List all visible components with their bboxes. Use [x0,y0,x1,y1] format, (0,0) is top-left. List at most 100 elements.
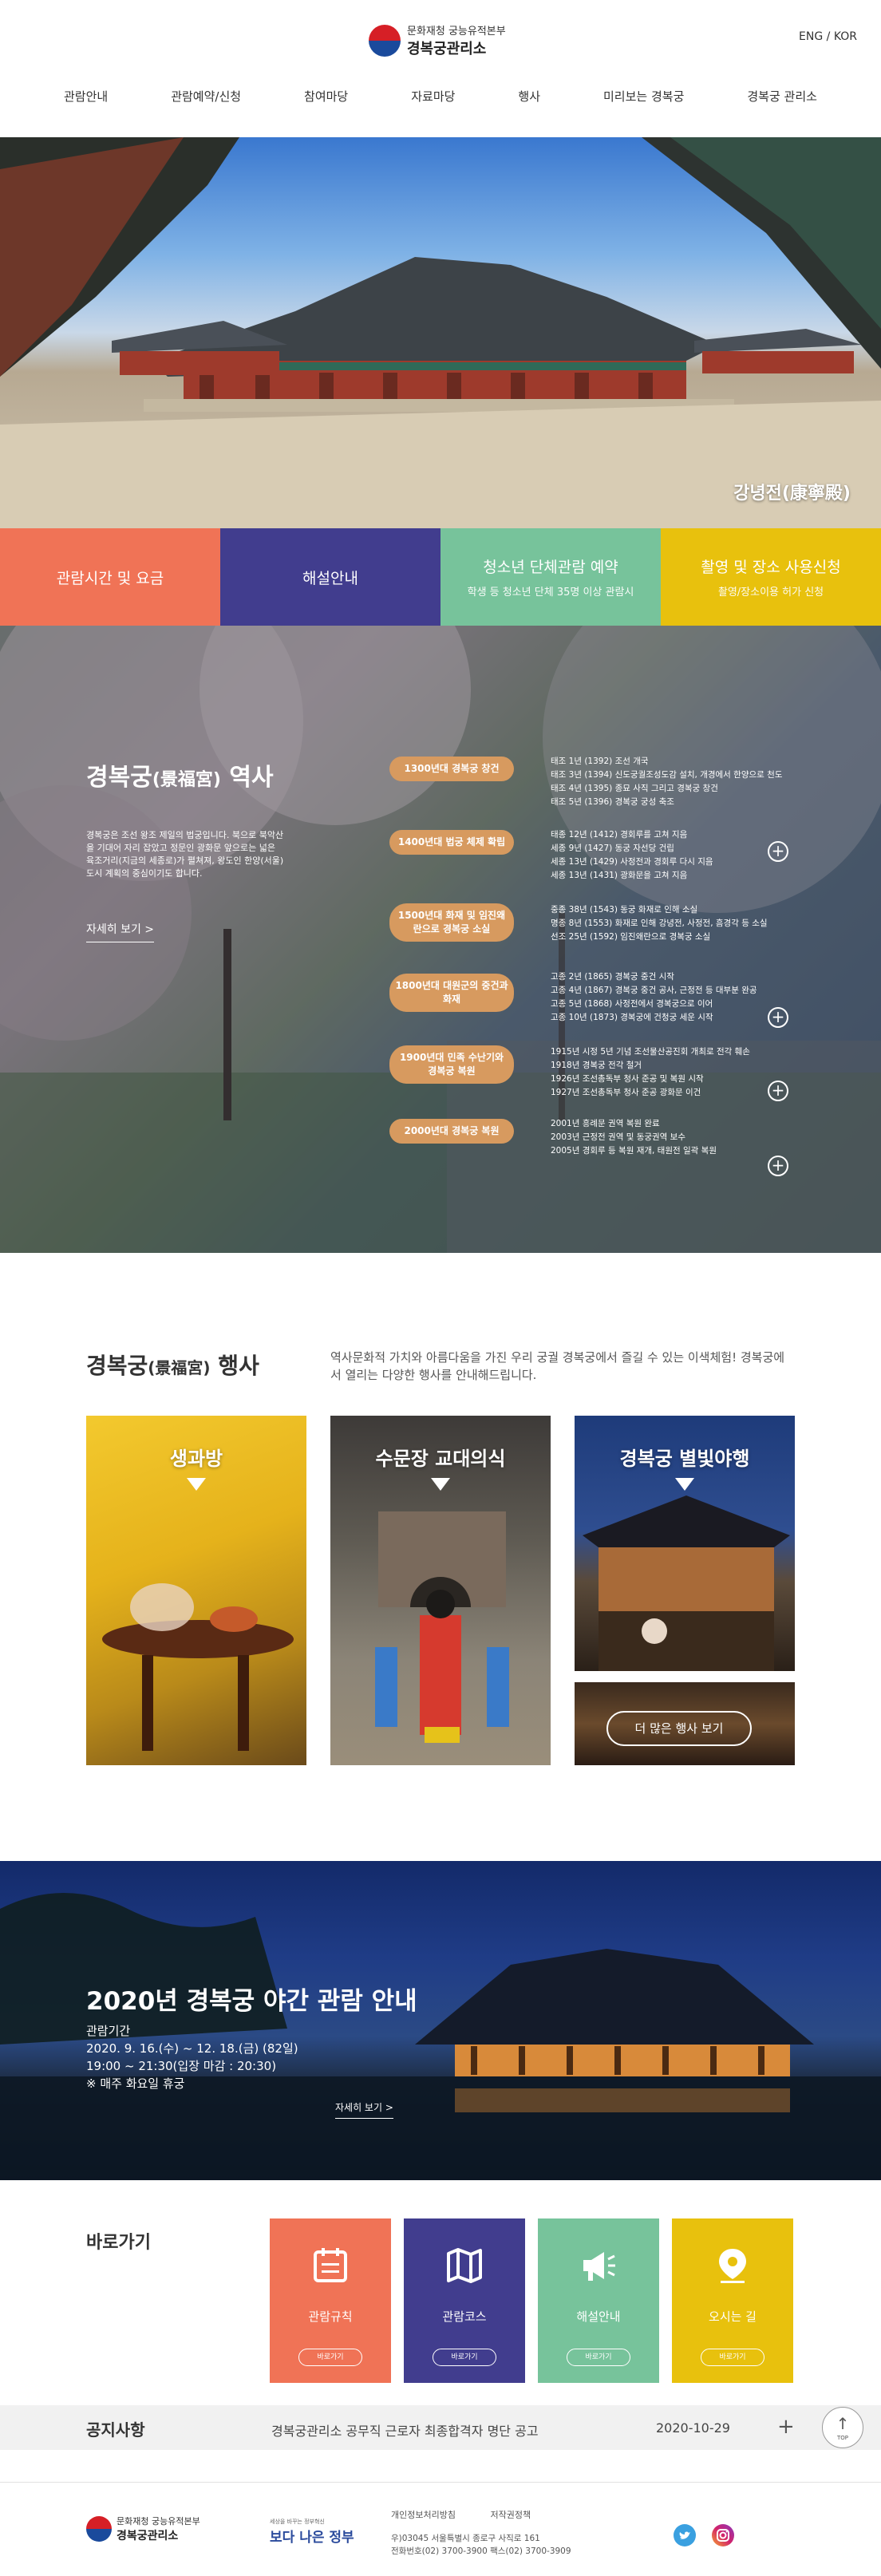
notice-date: 2020-10-29 [656,2420,730,2436]
footer-address: 우)03045 서울특별시 종로구 사직로 161 전화번호(02) 3700-… [391,2534,571,2556]
tile-filming[interactable]: 촬영 및 장소 사용신청 촬영/장소이용 허가 신청 [661,528,881,626]
footer-logo-subtitle: 문화재청 궁능유적본부 [117,2516,200,2527]
history-section: 경복궁(景福宮) 역사 경복궁은 조선 왕조 제일의 법궁입니다. 북으로 북악… [0,626,881,1253]
shortcut-label: 관람코스 [442,2309,487,2324]
down-arrow-icon [431,1478,450,1491]
era-1400s[interactable]: 1400년대 법궁 체제 확립 [389,830,514,855]
tile-guide[interactable]: 해설안내 [220,528,440,626]
night-tour-title: 2020년 경복궁 야간 관람 안내 [86,1987,417,2016]
hero-banner: 강녕전(康寧殿) [0,137,881,528]
notice-more-plus-icon[interactable]: + [777,2415,795,2439]
twitter-icon[interactable] [674,2524,696,2546]
megaphone-icon [583,2252,615,2281]
era-1800s-details: 고종 2년 (1865) 경복궁 중건 시작 고종 4년 (1867) 경복궁 중… [551,972,757,1022]
expand-plus-icon[interactable]: + [768,1156,788,1176]
era-1500s-details: 중종 38년 (1543) 동궁 화재로 인해 소실 명종 8년 (1553) 화… [551,905,768,942]
taegeuk-emblem-icon [369,24,401,57]
main-nav: 관람안내 관람예약/신청 참여마당 자료마당 행사 미리보는 경복궁 경복궁 관… [48,88,833,105]
site-logo[interactable]: 문화재청 궁능유적본부 경복궁관리소 [369,22,506,58]
notice-label: 공지사항 [86,2420,145,2440]
shortcut-label: 해설안내 [576,2309,621,2324]
era-1400s-details: 태종 12년 (1412) 경회루를 고쳐 지음 세종 9년 (1427) 동궁 … [551,830,713,880]
tile-title: 청소년 단체관람 예약 [483,559,618,576]
arrow-up-icon: ↑ [836,2414,850,2433]
shortcut-go-button[interactable]: 바로가기 [567,2349,630,2366]
era-2000s[interactable]: 2000년대 경복궁 복원 [389,1119,514,1144]
history-more-link[interactable]: 자세히 보기 > [86,921,155,942]
nav-item-reservation[interactable]: 관람예약/신청 [155,88,257,105]
tile-youth-group[interactable]: 청소년 단체관람 예약 학생 등 청소년 단체 35명 이상 관람시 [440,528,661,626]
tile-title: 해설안내 [302,569,358,587]
events-description: 역사문화적 가치와 아름다움을 가진 우리 궁궐 경복궁에서 즐길 수 있는 이… [330,1350,785,1382]
shortcut-go-button[interactable]: 바로가기 [298,2349,362,2366]
privacy-policy-link[interactable]: 개인정보처리방침 [391,2510,456,2520]
expand-plus-icon[interactable]: + [768,1007,788,1028]
shortcut-label: 관람규칙 [308,2309,353,2324]
expand-plus-icon[interactable]: + [768,1081,788,1101]
down-arrow-icon [187,1478,206,1491]
shortcut-directions[interactable]: 오시는 길 바로가기 [672,2218,793,2383]
nav-item-preview[interactable]: 미리보는 경복궁 [587,88,700,105]
shortcuts-title: 바로가기 [86,2233,151,2253]
notice-bar: 공지사항 경복궁관리소 공무직 근로자 최종합격자 명단 공고 2020-10-… [0,2405,881,2450]
era-2000s-details: 2001년 흥례문 권역 복원 완료 2003년 근정전 권역 및 동궁권역 보수… [551,1119,717,1156]
notice-headline[interactable]: 경복궁관리소 공무직 근로자 최종합격자 명단 공고 [271,2420,539,2440]
nav-item-events[interactable]: 행사 [502,88,556,105]
more-events-button[interactable]: 더 많은 행사 보기 [606,1711,752,1746]
footer-logo-title: 경복궁관리소 [117,2530,179,2542]
footer-links: 개인정보처리방침 저작권정책 [391,2508,563,2521]
scroll-top-label: TOP [836,2435,848,2441]
expand-plus-icon[interactable]: + [768,841,788,862]
hero-caption: 강녕전(康寧殿) [733,484,851,504]
tile-subtitle: 학생 등 청소년 단체 35명 이상 관람시 [467,587,634,599]
location-pin-icon [719,2249,746,2283]
shortcut-go-button[interactable]: 바로가기 [701,2349,764,2366]
era-1900s[interactable]: 1900년대 민족 수난기와 경복궁 복원 [389,1045,514,1084]
nav-item-participation[interactable]: 참여마당 [288,88,364,105]
palace-illustration [0,137,881,528]
nav-item-resources[interactable]: 자료마당 [395,88,471,105]
tile-hours-fees[interactable]: 관람시간 및 요금 [0,528,220,626]
map-icon [447,2248,482,2283]
event-card-starlight-tour[interactable]: 경복궁 별빛야행 [575,1416,795,1671]
logo-title: 경복궁관리소 [407,41,487,57]
history-description: 경복궁은 조선 왕조 제일의 법궁입니다. 북으로 북악산을 기대어 자리 잡았… [86,830,284,879]
shortcut-rules[interactable]: 관람규칙 바로가기 [270,2218,391,2383]
event-card-title: 생과방 [169,1448,223,1470]
instagram-icon[interactable] [712,2524,734,2546]
event-card-title: 수문장 교대의식 [375,1448,506,1470]
language-switch[interactable]: ENG / KOR [799,30,857,43]
night-tour-more-link[interactable]: 자세히 보기 > [335,2100,393,2119]
era-1300s[interactable]: 1300년대 경복궁 창건 [389,757,514,781]
events-title: 경복궁(景福宮) 행사 [86,1353,259,1379]
tile-title: 관람시간 및 요금 [56,569,164,587]
quick-menu: 관람시간 및 요금 해설안내 청소년 단체관람 예약 학생 등 청소년 단체 3… [0,528,881,626]
event-card-title: 경복궁 별빛야행 [619,1448,750,1470]
tile-title: 촬영 및 장소 사용신청 [701,559,841,576]
shortcut-go-button[interactable]: 바로가기 [433,2349,496,2366]
event-card-guard-ceremony[interactable]: 수문장 교대의식 [330,1416,551,1765]
era-1500s[interactable]: 1500년대 화재 및 임진왜란으로 경복궁 소실 [389,903,514,942]
shortcut-label: 오시는 길 [709,2309,757,2324]
taegeuk-emblem-icon [86,2516,112,2542]
shortcut-guide[interactable]: 해설안내 바로가기 [538,2218,659,2383]
site-header: 문화재청 궁능유적본부 경복궁관리소 ENG / KOR 관람안내 관람예약/신… [0,0,881,137]
history-title: 경복궁(景福宮) 역사 [86,764,274,792]
tile-subtitle: 촬영/장소이용 허가 신청 [717,587,824,599]
night-tour-info: 관람기간 2020. 9. 16.(수) ~ 12. 18.(금) (82일) 19… [86,2024,298,2091]
nav-item-office[interactable]: 경복궁 관리소 [731,88,833,105]
scroll-top-button[interactable]: ↑ TOP [822,2407,863,2448]
better-government-logo: 세상을 바꾸는 정부혁신 보다 나은 정부 [270,2519,354,2546]
logo-subtitle: 문화재청 궁능유적본부 [407,26,506,38]
shortcut-course[interactable]: 관람코스 바로가기 [404,2218,525,2383]
night-tour-banner: 2020년 경복궁 야간 관람 안내 관람기간 2020. 9. 16.(수) ~… [0,1861,881,2180]
era-1300s-details: 태조 1년 (1392) 조선 개국 태조 3년 (1394) 신도궁궐조성도감 … [551,757,783,807]
gyeonghoeru-night-illustration [0,1893,881,2180]
footer-logo: 문화재청 궁능유적본부 경복궁관리소 [86,2515,200,2543]
nav-item-visit-info[interactable]: 관람안내 [48,88,124,105]
down-arrow-icon [675,1478,694,1491]
era-1900s-details: 1915년 시정 5년 기념 조선물산공진회 개최로 전각 훼손 1918년 경복… [551,1047,750,1097]
era-1800s[interactable]: 1800년대 대원군의 중건과 화재 [389,974,514,1012]
copyright-policy-link[interactable]: 저작권정책 [490,2510,531,2520]
event-card-saenggwabang[interactable]: 생과방 [86,1416,306,1765]
